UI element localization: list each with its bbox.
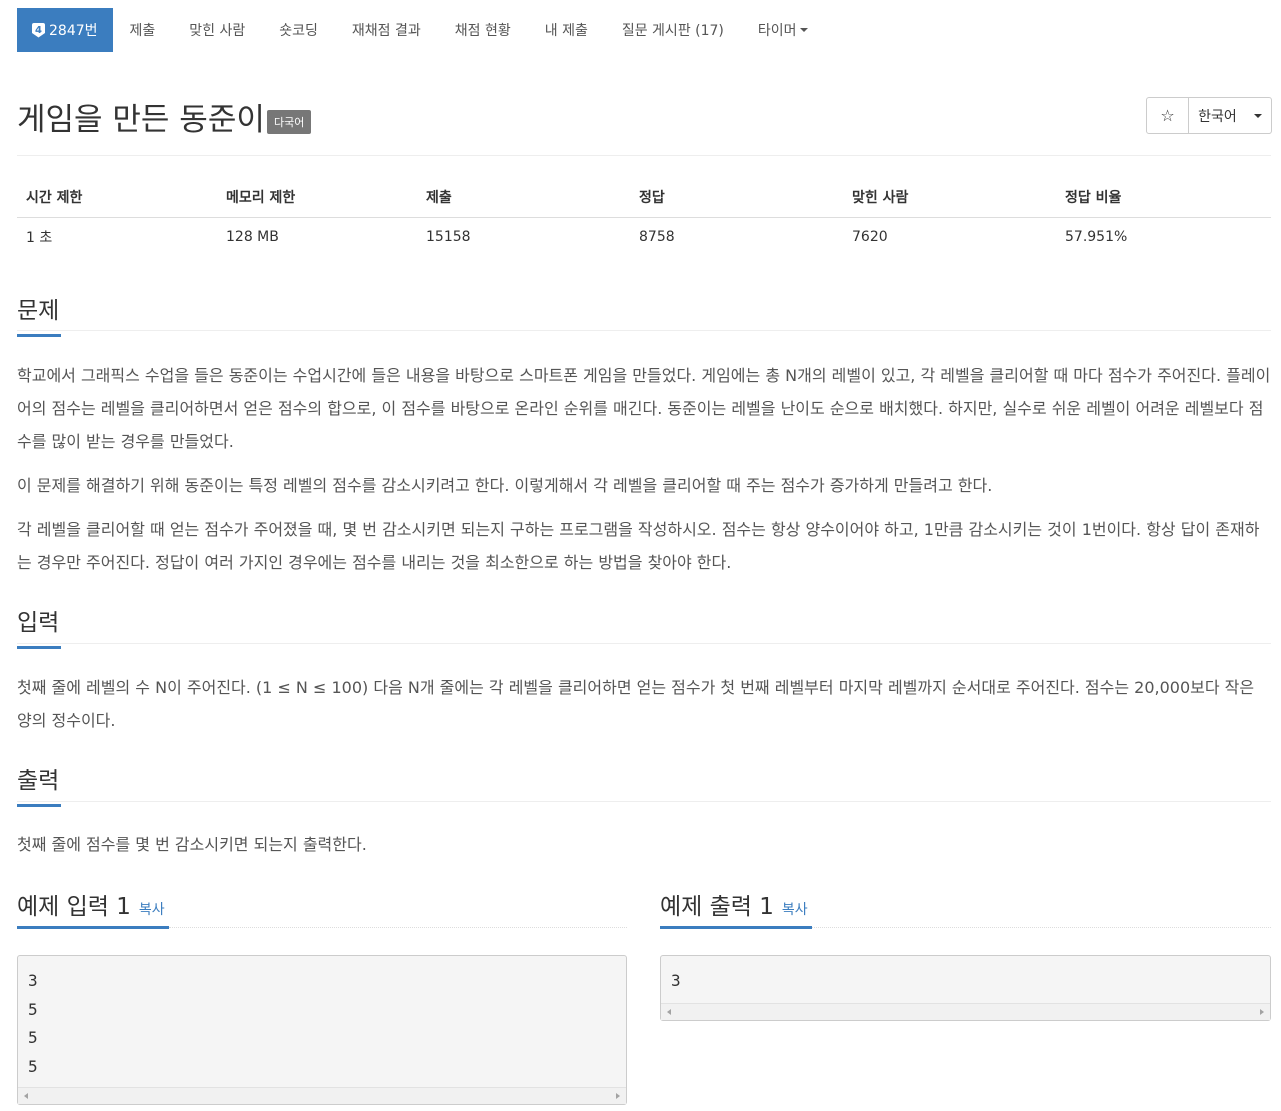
sample-output-heading: 예제 출력 1 복사 — [660, 887, 808, 921]
tab-shortcoding[interactable]: 숏코딩 — [262, 8, 335, 52]
info-header: 정답 — [630, 178, 843, 218]
timer-label: 타이머 — [757, 23, 797, 39]
description-title: 문제 — [17, 298, 60, 324]
copy-input-button[interactable]: 복사 — [139, 902, 165, 918]
info-header: 제출 — [417, 178, 630, 218]
description-paragraph: 이 문제를 해결하기 위해 동준이는 특정 레벨의 점수를 감소시키려고 한다.… — [17, 476, 993, 495]
sample-input-title: 예제 입력 1 — [17, 894, 131, 920]
section-divider — [17, 801, 1271, 802]
sample-input-line: 5 — [28, 1056, 38, 1076]
scroll-left-icon[interactable] — [667, 1009, 671, 1015]
star-icon: ☆ — [1160, 106, 1175, 125]
tab-solvers[interactable]: 맞힌 사람 — [172, 8, 262, 52]
description-paragraph: 학교에서 그래픽스 수업을 들은 동준이는 수업시간에 들은 내용을 바탕으로 … — [17, 366, 1271, 451]
heading-underline — [660, 926, 812, 929]
info-header: 맞힌 사람 — [843, 178, 1056, 218]
heading-underline — [17, 334, 61, 337]
sample-output-title: 예제 출력 1 — [660, 894, 774, 920]
tab-status[interactable]: 채점 현황 — [438, 8, 528, 52]
sample-input-line: 3 — [28, 971, 38, 990]
info-value: 57.951% — [1065, 229, 1128, 246]
timer-dropdown[interactable]: 타이머 — [741, 8, 825, 52]
copy-output-button[interactable]: 복사 — [782, 902, 808, 918]
input-title: 입력 — [17, 610, 60, 636]
star-button[interactable]: ☆ — [1147, 98, 1189, 133]
title-divider — [17, 155, 1271, 156]
info-header: 시간 제한 — [17, 178, 217, 218]
sample-input-heading: 예제 입력 1 복사 — [17, 887, 165, 921]
horizontal-scrollbar[interactable] — [661, 1003, 1270, 1020]
language-select-label: 한국어 — [1198, 108, 1237, 125]
heading-underline — [17, 804, 61, 807]
tab-problem-label: 2847번 — [49, 23, 98, 39]
problem-info-table: 시간 제한 메모리 제한 제출 정답 맞힌 사람 정답 비율 1 초 128 M… — [17, 178, 1271, 257]
tab-rejudge[interactable]: 재채점 결과 — [335, 8, 438, 52]
language-select[interactable]: 한국어 — [1189, 98, 1271, 133]
caret-down-icon — [1253, 113, 1262, 118]
sample-input-box[interactable]: 3 5 5 5 — [17, 955, 627, 1105]
tab-submit[interactable]: 제출 — [113, 8, 173, 52]
heading-underline — [17, 926, 169, 929]
page-title: 게임을 만든 동준이 — [17, 102, 265, 138]
sample-output-box[interactable]: 3 — [660, 955, 1271, 1021]
section-divider — [812, 927, 1271, 928]
heading-underline — [17, 646, 61, 649]
sample-output-line: 3 — [671, 971, 681, 990]
caret-down-icon — [799, 28, 808, 32]
horizontal-scrollbar[interactable] — [18, 1087, 626, 1104]
description-heading: 문제 — [17, 291, 61, 337]
input-heading: 입력 — [17, 603, 61, 649]
sample-input-line: 5 — [28, 1028, 38, 1047]
input-paragraph: 첫째 줄에 레벨의 수 N이 주어진다. (1 ≤ N ≤ 100) 다음 N개… — [17, 678, 1255, 730]
scroll-left-icon[interactable] — [24, 1093, 28, 1099]
tab-board[interactable]: 질문 게시판 (17) — [605, 8, 741, 52]
problem-actions: ☆ 한국어 — [1146, 97, 1272, 134]
info-header: 정답 비율 — [1056, 178, 1271, 218]
scroll-right-icon[interactable] — [1260, 1009, 1264, 1015]
info-value-row: 1 초 128 MB 15158 8758 7620 57.951% — [17, 217, 1271, 257]
info-header-row: 시간 제한 메모리 제한 제출 정답 맞힌 사람 정답 비율 — [17, 178, 1271, 218]
info-value: 15158 — [426, 229, 471, 246]
language-badge: 다국어 — [267, 110, 312, 134]
problem-nav: 4 2847번 제출 맞힌 사람 숏코딩 재채점 결과 채점 현황 내 제출 질… — [17, 8, 825, 52]
tab-my-submissions[interactable]: 내 제출 — [528, 8, 605, 52]
info-value: 128 MB — [226, 229, 279, 246]
sample-input-line: 5 — [28, 999, 38, 1019]
section-divider — [17, 643, 1271, 644]
tab-problem[interactable]: 4 2847번 — [17, 8, 113, 52]
section-divider — [17, 330, 1271, 331]
info-value: 7620 — [852, 229, 888, 246]
info-value: 8758 — [639, 229, 675, 246]
output-title: 출력 — [17, 768, 60, 794]
tier-badge-icon: 4 — [32, 22, 45, 38]
info-value: 1 초 — [26, 230, 53, 247]
info-header: 메모리 제한 — [217, 178, 417, 218]
output-paragraph: 첫째 줄에 점수를 몇 번 감소시키면 되는지 출력한다. — [17, 835, 367, 854]
scroll-right-icon[interactable] — [616, 1093, 620, 1099]
output-heading: 출력 — [17, 761, 61, 807]
description-paragraph: 각 레벨을 클리어할 때 얻는 점수가 주어졌을 때, 몇 번 감소시키면 되는… — [17, 520, 1260, 572]
section-divider — [169, 927, 627, 928]
